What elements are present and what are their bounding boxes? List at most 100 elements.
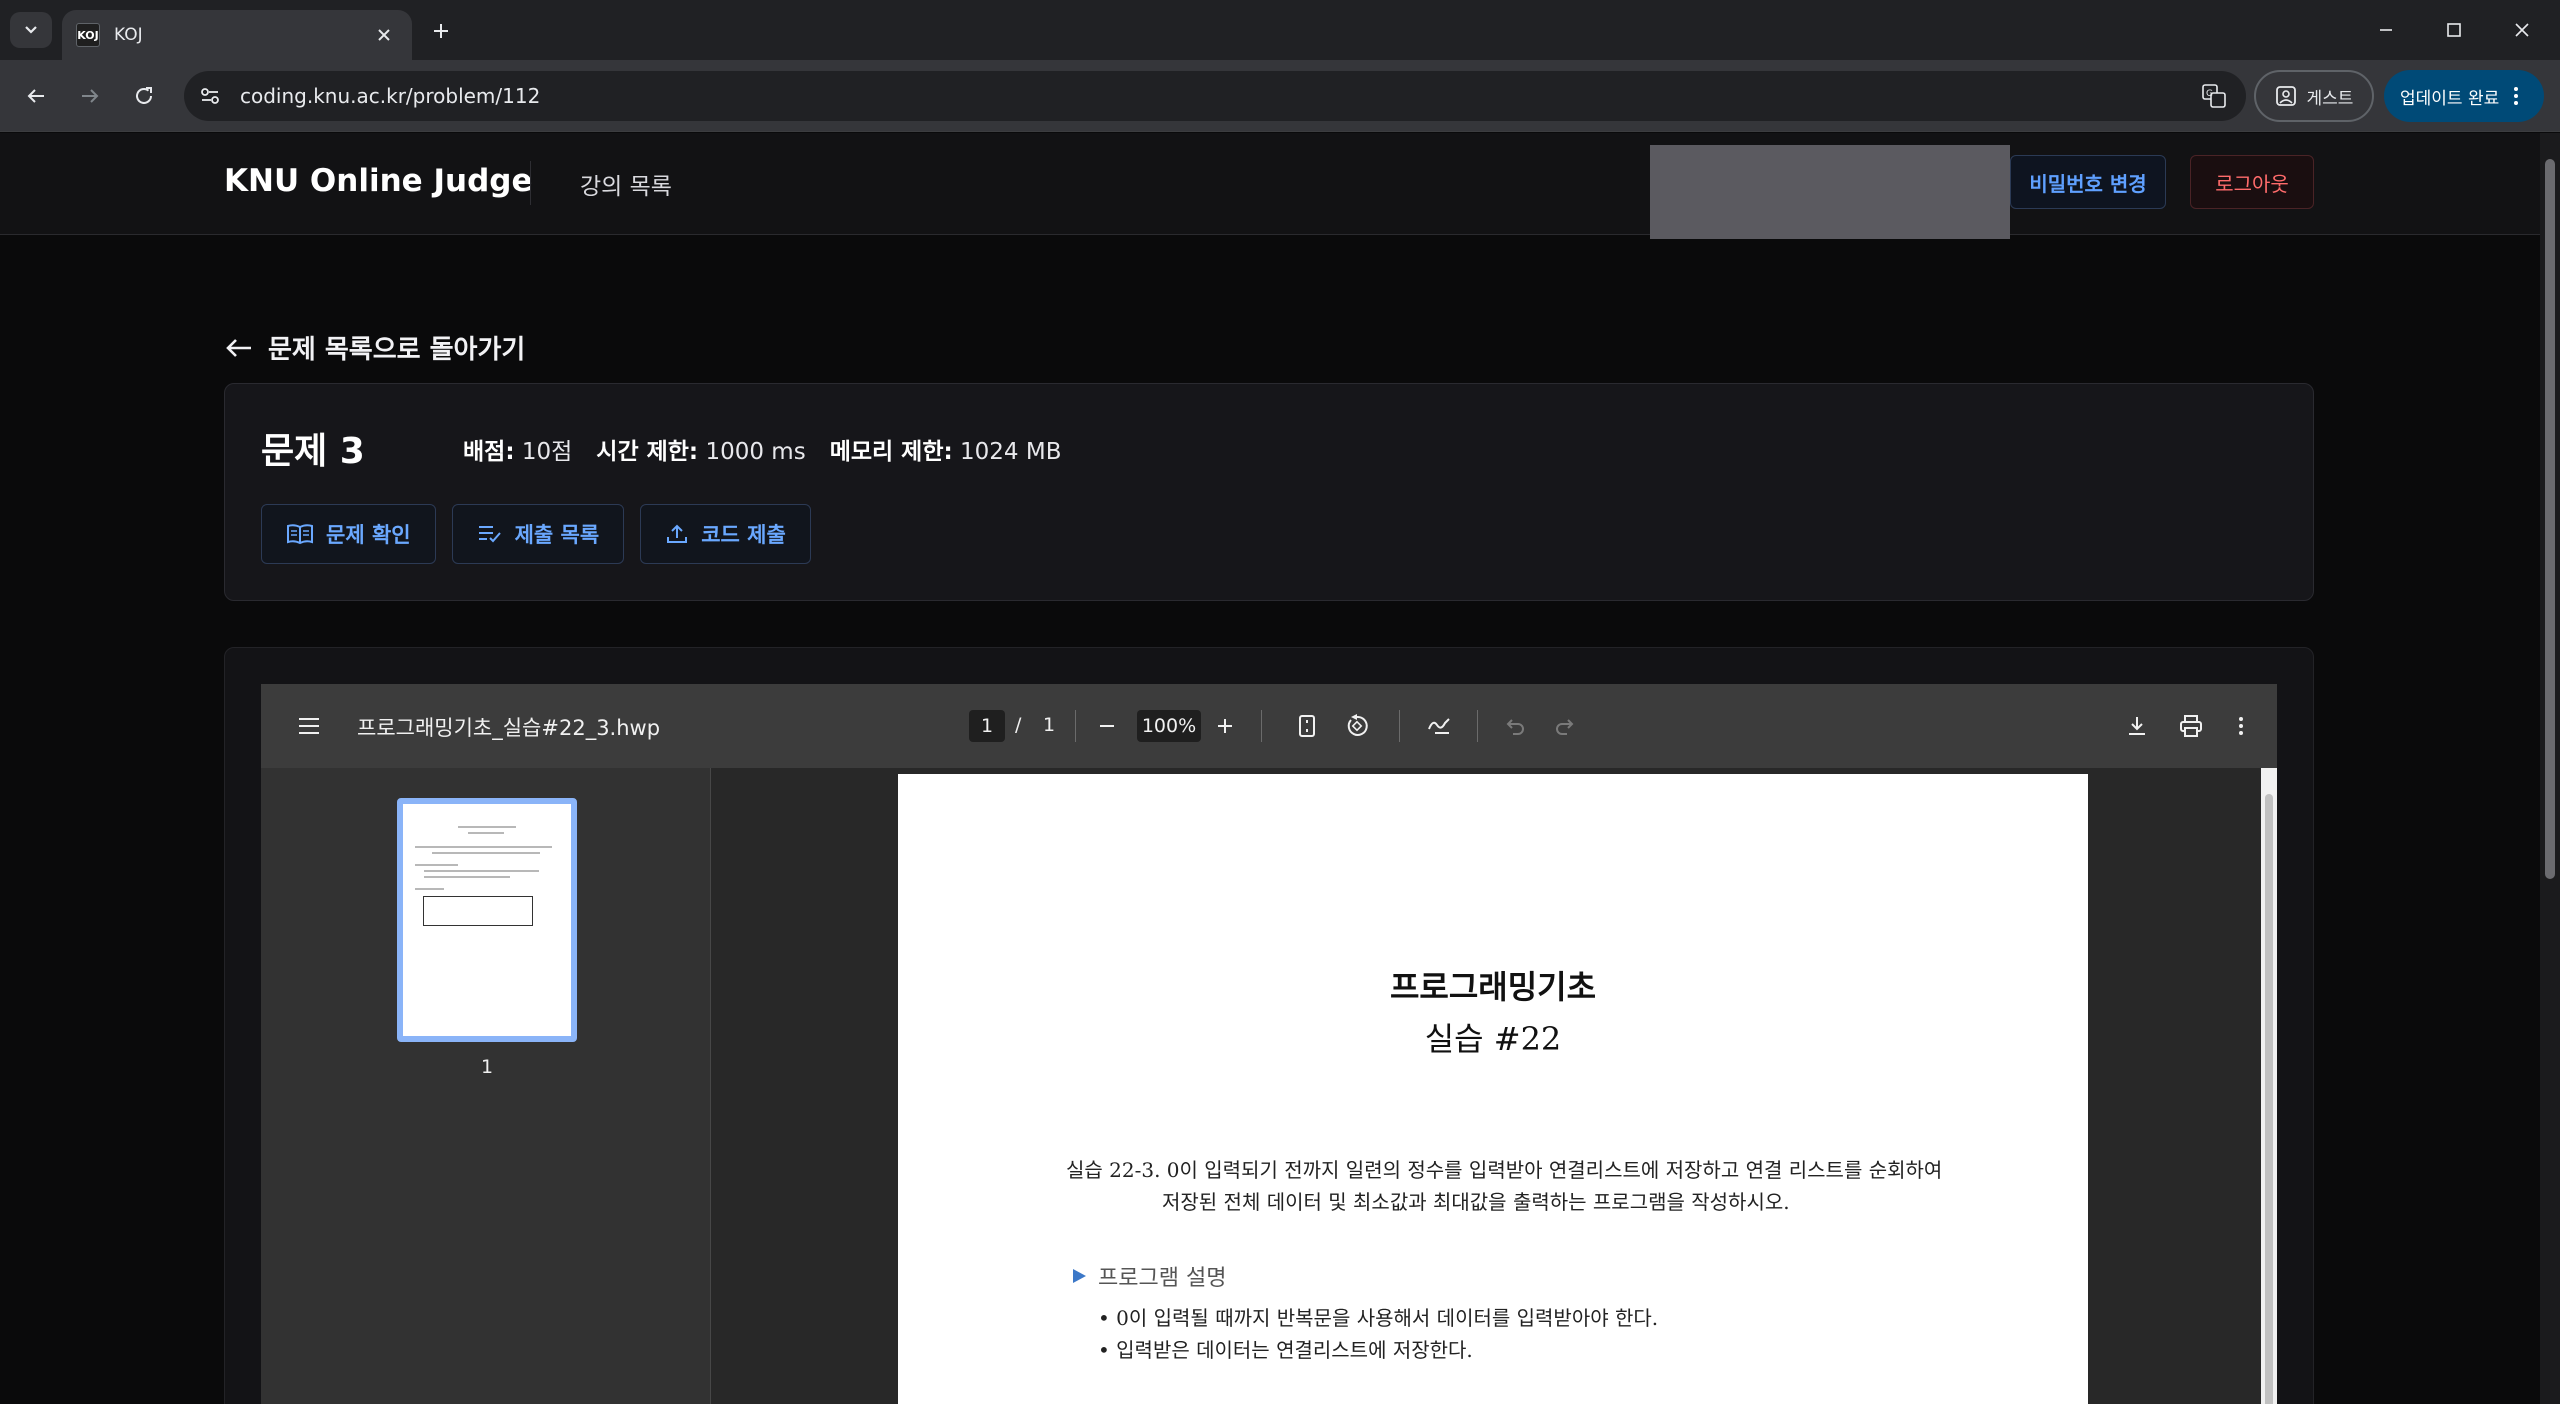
triangle-bullet-icon [1073, 1269, 1086, 1283]
logout-button[interactable]: 로그아웃 [2190, 155, 2314, 209]
view-problem-button[interactable]: 문제 확인 [261, 504, 436, 564]
thumb-line [432, 852, 541, 854]
tab-search-button[interactable] [10, 12, 52, 48]
submissions-button[interactable]: 제출 목록 [451, 504, 625, 564]
submit-code-button[interactable]: 코드 제출 [640, 504, 811, 564]
pdf-toolbar: 프로그래밍기초_실습#22_3.hwp 1 / 1 100% [261, 684, 2277, 768]
memory-limit-label: 메모리 제한: [829, 439, 953, 465]
plus-icon [434, 24, 448, 38]
forward-button[interactable] [68, 74, 112, 118]
nav-course-list[interactable]: 강의 목록 [580, 167, 672, 201]
thumb-line [415, 864, 459, 866]
pdf-file-name: 프로그래밍기초_실습#22_3.hwp [357, 716, 661, 740]
reload-button[interactable] [122, 74, 166, 118]
pdf-menu-button[interactable] [291, 708, 327, 744]
pdf-page-total: 1 [1043, 714, 1056, 736]
close-icon [378, 29, 390, 41]
pdf-scrollbar-thumb[interactable] [2265, 794, 2273, 1404]
svg-text:G: G [2206, 89, 2213, 99]
print-button[interactable] [2173, 708, 2209, 744]
thumb-line [415, 888, 444, 890]
annotate-button[interactable] [1421, 708, 1457, 744]
site-info-button[interactable] [188, 74, 232, 118]
zoom-input[interactable]: 100% [1137, 710, 1201, 742]
doc-paragraph-line: 실습 22-3. 0이 입력되기 전까지 일련의 정수를 입력받아 연결리스트에… [1066, 1158, 1943, 1182]
document-area: 프로그래밍기초 실습 #22 실습 22-3. 0이 입력되기 전까지 일련의 … [712, 768, 2277, 1404]
doc-paragraph-line: 저장된 전체 데이터 및 최소값과 최대값을 출력하는 프로그램을 작성하시오. [1162, 1190, 1790, 1214]
thumbnail-page-number: 1 [480, 1056, 494, 1078]
back-to-problems-link[interactable]: 문제 목록으로 돌아가기 [224, 329, 525, 366]
doc-section-heading: 프로그램 설명 [1070, 1260, 1226, 1292]
zoom-in-button[interactable] [1207, 708, 1243, 744]
rotate-icon [1347, 714, 1368, 736]
translate-icon: G [2202, 84, 2226, 108]
more-vert-icon [2514, 87, 2519, 105]
submit-code-label: 코드 제출 [701, 523, 786, 547]
download-icon [2129, 717, 2145, 735]
maximize-button[interactable] [2424, 10, 2484, 50]
page-viewport: KNU Online Judge 강의 목록 비밀번호 변경 로그아웃 문제 목… [0, 133, 2560, 1404]
submissions-label: 제출 목록 [514, 523, 600, 547]
doc-section-label: 프로그램 설명 [1098, 1266, 1227, 1291]
minimize-button[interactable] [2356, 10, 2416, 50]
window-close-button[interactable] [2492, 10, 2552, 50]
koj-favicon-icon: KOJ [76, 23, 100, 47]
zoom-out-button[interactable] [1089, 708, 1125, 744]
page-thumbnail[interactable] [397, 798, 577, 1042]
page-scrollbar[interactable] [2540, 133, 2560, 1404]
thumb-line [468, 832, 505, 834]
draw-icon [1428, 718, 1450, 734]
problem-actions: 문제 확인 제출 목록 코드 제출 [261, 504, 811, 564]
doc-bullet: • 0이 입력될 때까지 반복문을 사용해서 데이터를 입력받아야 한다. [1098, 1306, 1659, 1330]
problem-title: 문제 3 [261, 431, 365, 472]
thumb-line [458, 826, 516, 828]
tab-title: KOJ [114, 25, 143, 45]
tab-close-button[interactable] [370, 21, 398, 49]
update-button[interactable]: 업데이트 완료 [2384, 70, 2544, 122]
checklist-icon [478, 526, 501, 543]
undo-icon [1506, 719, 1524, 735]
doc-title: 프로그래밍기초 [1389, 968, 1597, 1006]
doc-bullet: • 입력받은 데이터는 연결리스트에 저장한다. [1098, 1338, 1473, 1362]
rotate-button[interactable] [1339, 708, 1375, 744]
undo-button[interactable] [1497, 708, 1533, 744]
view-problem-label: 문제 확인 [326, 523, 411, 547]
change-password-button[interactable]: 비밀번호 변경 [2010, 155, 2166, 209]
download-button[interactable] [2119, 708, 2155, 744]
score-label: 배점: [463, 439, 515, 465]
book-icon [287, 524, 313, 545]
person-icon [2275, 86, 2296, 106]
pdf-page-separator: / [1015, 714, 1022, 736]
profile-label: 게스트 [2306, 88, 2354, 109]
chevron-down-icon [25, 26, 37, 34]
pdf-scrollbar[interactable] [2261, 768, 2277, 1404]
page-scrollbar-thumb[interactable] [2545, 159, 2555, 879]
thumb-table [423, 896, 533, 926]
problem-info-card: 문제 3 배점: 10점 시간 제한: 1000 ms 메모리 제한: 1024… [224, 383, 2314, 601]
toolbar-divider [1261, 710, 1262, 742]
redo-button[interactable] [1547, 708, 1583, 744]
minimize-icon [2380, 29, 2392, 31]
address-bar[interactable]: coding.knu.ac.kr/problem/112 G [184, 71, 2246, 121]
active-tab[interactable]: KOJ KOJ [62, 10, 412, 60]
update-label: 업데이트 완료 [2400, 88, 2500, 109]
thumb-line [423, 876, 511, 878]
fit-page-button[interactable] [1289, 708, 1325, 744]
arrow-left-icon [27, 89, 44, 103]
doc-subtitle: 실습 #22 [1424, 1020, 1562, 1058]
url-text[interactable]: coding.knu.ac.kr/problem/112 [240, 84, 2192, 108]
close-icon [2515, 23, 2529, 37]
toolbar-divider [1075, 710, 1076, 742]
pdf-page-input[interactable]: 1 [969, 710, 1005, 742]
brand-logo[interactable]: KNU Online Judge [224, 163, 533, 199]
memory-limit-value: 1024 MB [960, 439, 1062, 465]
translate-button[interactable]: G [2192, 74, 2236, 118]
browser-toolbar: coding.knu.ac.kr/problem/112 G 게스트 업데이트 … [0, 60, 2560, 132]
guest-profile-button[interactable]: 게스트 [2254, 70, 2374, 122]
back-button[interactable] [14, 74, 58, 118]
toolbar-divider [1477, 710, 1478, 742]
time-limit-value: 1000 ms [705, 439, 806, 465]
new-tab-button[interactable] [424, 14, 458, 48]
toolbar-divider [1399, 710, 1400, 742]
pdf-more-button[interactable] [2223, 708, 2259, 744]
